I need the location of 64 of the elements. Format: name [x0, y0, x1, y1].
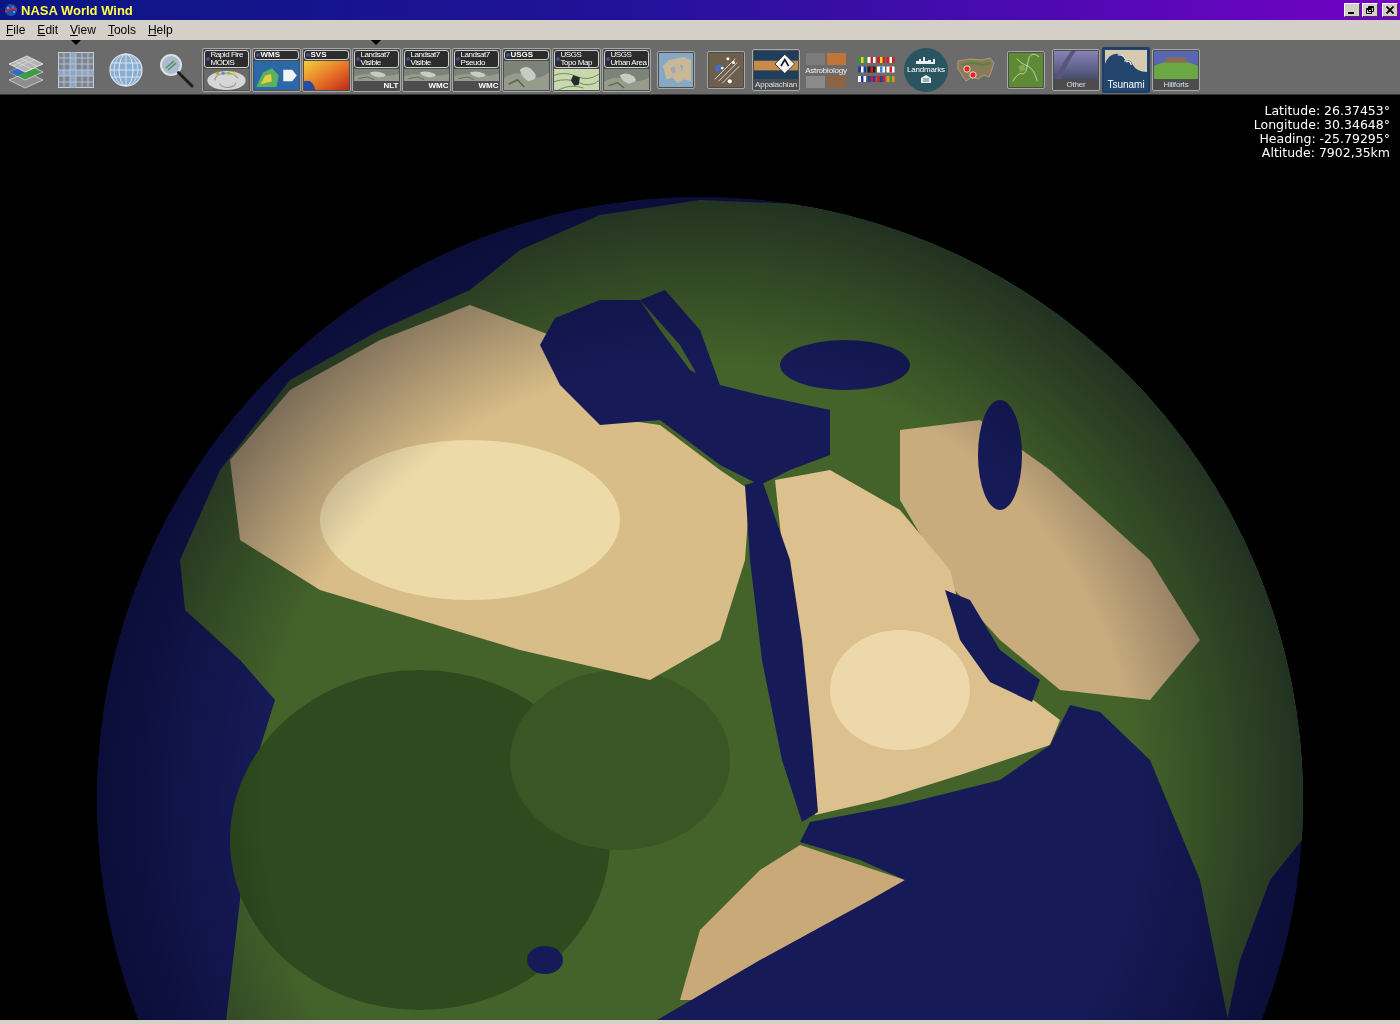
photo-placeholder — [806, 75, 825, 88]
toolbar-button[interactable]: Landsat7 Visible NLT — [351, 48, 401, 92]
terrain-image-icon — [453, 69, 499, 81]
toolbar-button[interactable]: USGS Urban Area — [601, 48, 651, 92]
close-button[interactable] — [1382, 3, 1398, 17]
trail-sign-icon — [754, 51, 798, 79]
emblem-icon — [555, 57, 560, 61]
readout-text: Latitude: 26.37453° — [1264, 104, 1390, 118]
skyline-icon — [916, 57, 936, 64]
toolbar-button[interactable]: USGS Topo Map — [551, 48, 601, 92]
app-logo-icon — [4, 4, 18, 16]
toolbar-button[interactable]: Appalachian — [752, 49, 800, 91]
toolbar-button[interactable]: Rapid Fire MODIS — [201, 48, 251, 92]
network-diagram-icon — [709, 53, 743, 87]
topographic-map-icon — [553, 69, 599, 90]
toolbar-button[interactable]: WMS — [251, 48, 301, 92]
emblem-icon — [505, 53, 510, 57]
emblem-icon — [405, 57, 410, 61]
map-icon — [659, 53, 693, 87]
menu-item[interactable]: File — [0, 22, 32, 38]
hill-image-icon — [1154, 51, 1198, 79]
toolbar-button[interactable]: Landsat7 Visible WMC — [401, 48, 451, 92]
toolbar-button[interactable]: Landmarks — [904, 48, 948, 92]
toolbar-button[interactable]: Hillforts — [1152, 49, 1200, 91]
restore-icon — [1366, 6, 1374, 14]
emblem-icon — [255, 53, 260, 57]
menu-item[interactable]: View — [64, 22, 102, 38]
toolbar-button[interactable]: SVS — [301, 48, 351, 92]
minimize-button[interactable] — [1344, 3, 1360, 17]
toolbar-button[interactable]: Landsat7 Pseudo WMC — [451, 48, 501, 92]
restore-button[interactable] — [1362, 3, 1378, 17]
terrain-image-icon — [503, 61, 549, 90]
terrain-image-icon — [353, 69, 399, 81]
readout-text: Altitude: 7902,35km — [1261, 146, 1390, 160]
globe-icon — [109, 53, 143, 87]
emblem-icon — [605, 57, 610, 61]
search-icon — [158, 52, 194, 88]
photo-placeholder — [827, 75, 846, 88]
wave-image-icon — [1105, 50, 1147, 78]
heat-map-icon — [303, 61, 349, 90]
terrain-image-icon — [403, 69, 449, 81]
cloud-swirl-icon — [203, 69, 249, 90]
emblem-icon — [455, 57, 460, 61]
building-icon — [920, 75, 932, 83]
color-map-icon — [253, 61, 299, 90]
photo-placeholder — [827, 52, 846, 65]
close-icon — [1386, 6, 1394, 14]
toolbar-button[interactable]: Astrobiology — [803, 50, 849, 90]
readout-text: Longitude: 30.34648° — [1253, 118, 1390, 132]
grid-icon — [58, 52, 94, 88]
menu-item[interactable]: Edit — [31, 22, 65, 38]
window-title: NASA World Wind — [21, 2, 133, 18]
menu-item[interactable]: Help — [141, 22, 179, 38]
gradient-image-icon — [1054, 51, 1098, 79]
toolbar-button[interactable]: Other — [1052, 49, 1100, 91]
terrain-image-icon — [603, 69, 649, 90]
toolbar-button[interactable]: Tsunami — [1102, 47, 1150, 93]
readout-text: Heading: -25.79295° — [1259, 132, 1390, 146]
emblem-icon — [305, 53, 310, 57]
toolbar-button[interactable]: USGS — [501, 48, 551, 92]
terrain-map-icon — [1009, 53, 1043, 87]
menu-item[interactable]: Tools — [101, 22, 142, 38]
emblem-icon — [205, 57, 210, 61]
emblem-icon — [355, 57, 360, 61]
